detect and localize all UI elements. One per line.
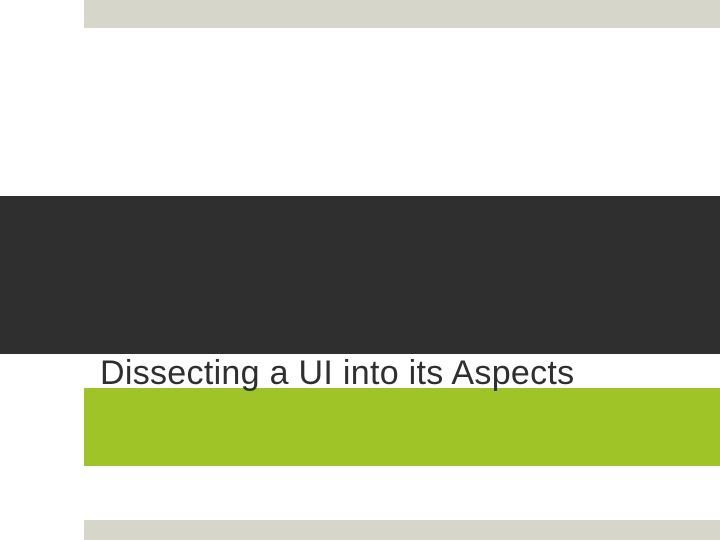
slide-title: Dissecting a UI into its Aspects — [100, 354, 690, 393]
bottom-decorative-bar — [84, 520, 720, 540]
dark-band — [0, 196, 720, 354]
green-accent-band — [84, 388, 720, 466]
top-decorative-bar — [84, 0, 720, 28]
